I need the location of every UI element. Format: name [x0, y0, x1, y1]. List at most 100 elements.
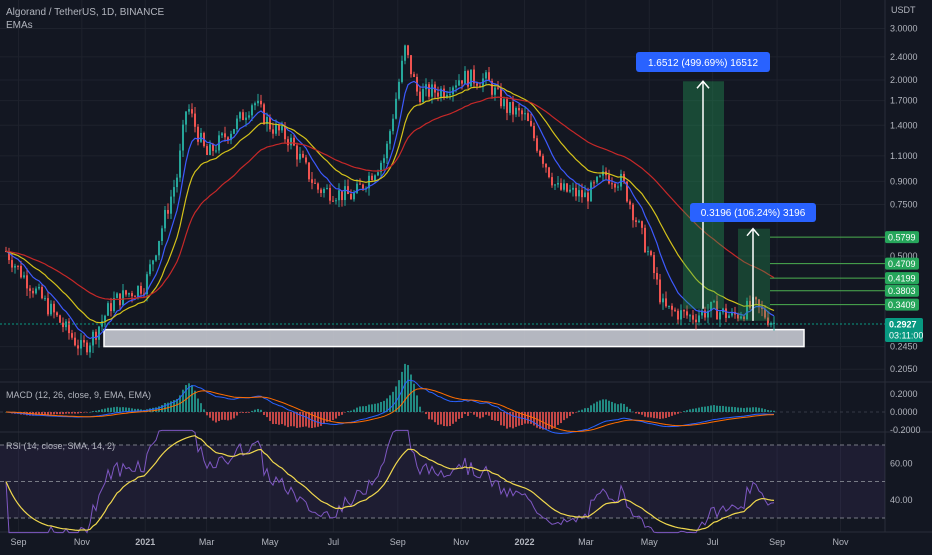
candle-body	[95, 331, 97, 340]
macd-histogram-bar	[767, 409, 769, 412]
macd-histogram-bar	[350, 410, 352, 412]
macd-histogram-bar	[773, 410, 775, 412]
candle-body	[35, 288, 37, 294]
candle-body	[359, 183, 361, 185]
macd-histogram-bar	[656, 412, 658, 419]
macd-histogram-bar	[548, 412, 550, 430]
macd-histogram-bar	[224, 412, 226, 420]
x-tick-label: Mar	[578, 537, 594, 547]
macd-histogram-bar	[107, 407, 109, 412]
candle-body	[461, 80, 463, 84]
macd-histogram-bar	[230, 412, 232, 420]
macd-histogram-bar	[506, 412, 508, 429]
macd-histogram-bar	[593, 403, 595, 412]
macd-histogram-bar	[575, 412, 577, 413]
macd-histogram-bar	[83, 412, 85, 413]
macd-histogram-bar	[692, 408, 694, 412]
macd-histogram-bar	[314, 412, 316, 428]
candle-body	[557, 183, 559, 185]
support-zone[interactable]	[103, 328, 805, 348]
candle-body	[44, 298, 46, 300]
candle-body	[32, 290, 34, 294]
macd-histogram-bar	[416, 395, 418, 412]
candle-body	[74, 337, 76, 346]
macd-histogram-bar	[407, 365, 409, 412]
candle-body	[224, 133, 226, 138]
candle-body	[497, 87, 499, 89]
indicator-label[interactable]: EMAs	[6, 20, 33, 31]
candle-body	[644, 227, 646, 253]
y-tick-label: 1.1000	[890, 151, 918, 161]
candle-body	[326, 187, 328, 189]
macd-histogram-bar	[110, 407, 112, 412]
macd-histogram-bar	[221, 412, 223, 420]
measure-zone-small[interactable]	[738, 228, 770, 321]
candle-body	[524, 113, 526, 115]
macd-histogram-bar	[431, 412, 433, 420]
macd-histogram-bar	[641, 412, 643, 415]
candle-body	[221, 133, 223, 136]
target-price-label: 0.4199	[888, 274, 916, 284]
macd-histogram-bar	[305, 412, 307, 427]
candle-body	[29, 288, 31, 291]
macd-histogram-bar	[461, 412, 463, 419]
macd-histogram-bar	[605, 399, 607, 412]
candle-body	[83, 340, 85, 343]
target-price-label: 0.5799	[888, 233, 916, 243]
macd-histogram-bar	[704, 406, 706, 412]
macd-histogram-bar	[323, 412, 325, 424]
candle-body	[215, 150, 217, 152]
candle-body	[86, 342, 88, 353]
candle-body	[503, 99, 505, 107]
macd-histogram-bar	[668, 412, 670, 417]
rsi-title[interactable]: RSI (14, close, SMA, 14, 2)	[6, 441, 115, 451]
rsi-pane[interactable]	[0, 429, 885, 534]
macd-histogram-bar	[242, 412, 244, 413]
macd-histogram-bar	[197, 398, 199, 412]
macd-histogram-bar	[761, 408, 763, 412]
x-tick-label: 2021	[135, 537, 155, 547]
macd-histogram-bar	[383, 400, 385, 412]
macd-histogram-bar	[89, 411, 91, 413]
macd-histogram-bar	[92, 411, 94, 412]
candle-body	[548, 167, 550, 178]
macd-histogram-bar	[467, 412, 469, 416]
candle-body	[656, 273, 658, 280]
macd-histogram-bar	[734, 407, 736, 412]
candle-body	[77, 345, 79, 349]
macd-title[interactable]: MACD (12, 26, close, 9, EMA, EMA)	[6, 390, 151, 400]
candle-body	[68, 321, 70, 334]
macd-histogram-bar	[419, 406, 421, 412]
candle-body	[323, 188, 325, 193]
candle-body	[686, 311, 688, 316]
macd-histogram-bar	[470, 412, 472, 413]
candle-body	[89, 345, 91, 353]
macd-histogram-bar	[560, 412, 562, 424]
macd-histogram-bar	[650, 412, 652, 418]
candle-body	[653, 255, 655, 274]
macd-histogram-bar	[233, 412, 235, 419]
candle-body	[155, 255, 157, 261]
macd-histogram-bar	[86, 412, 88, 413]
candle-body	[575, 187, 577, 197]
candle-body	[353, 192, 355, 200]
macd-histogram-bar	[317, 412, 319, 427]
macd-histogram-bar	[701, 406, 703, 412]
candle-body	[560, 183, 562, 190]
macd-histogram-bar	[284, 412, 286, 426]
candle-body	[530, 120, 532, 126]
macd-histogram-bar	[500, 412, 502, 426]
macd-histogram-bar	[632, 411, 634, 413]
candle-body	[320, 189, 322, 193]
macd-histogram-bar	[203, 409, 205, 412]
macd-histogram-bar	[200, 403, 202, 412]
candle-body	[389, 131, 391, 144]
candle-body	[311, 179, 313, 183]
candle-body	[401, 60, 403, 82]
macd-histogram-bar	[755, 407, 757, 412]
macd-histogram-bar	[266, 412, 268, 418]
candle-body	[539, 150, 541, 156]
candle-body	[671, 305, 673, 310]
macd-histogram-bar	[527, 412, 529, 424]
candle-body	[170, 196, 172, 214]
